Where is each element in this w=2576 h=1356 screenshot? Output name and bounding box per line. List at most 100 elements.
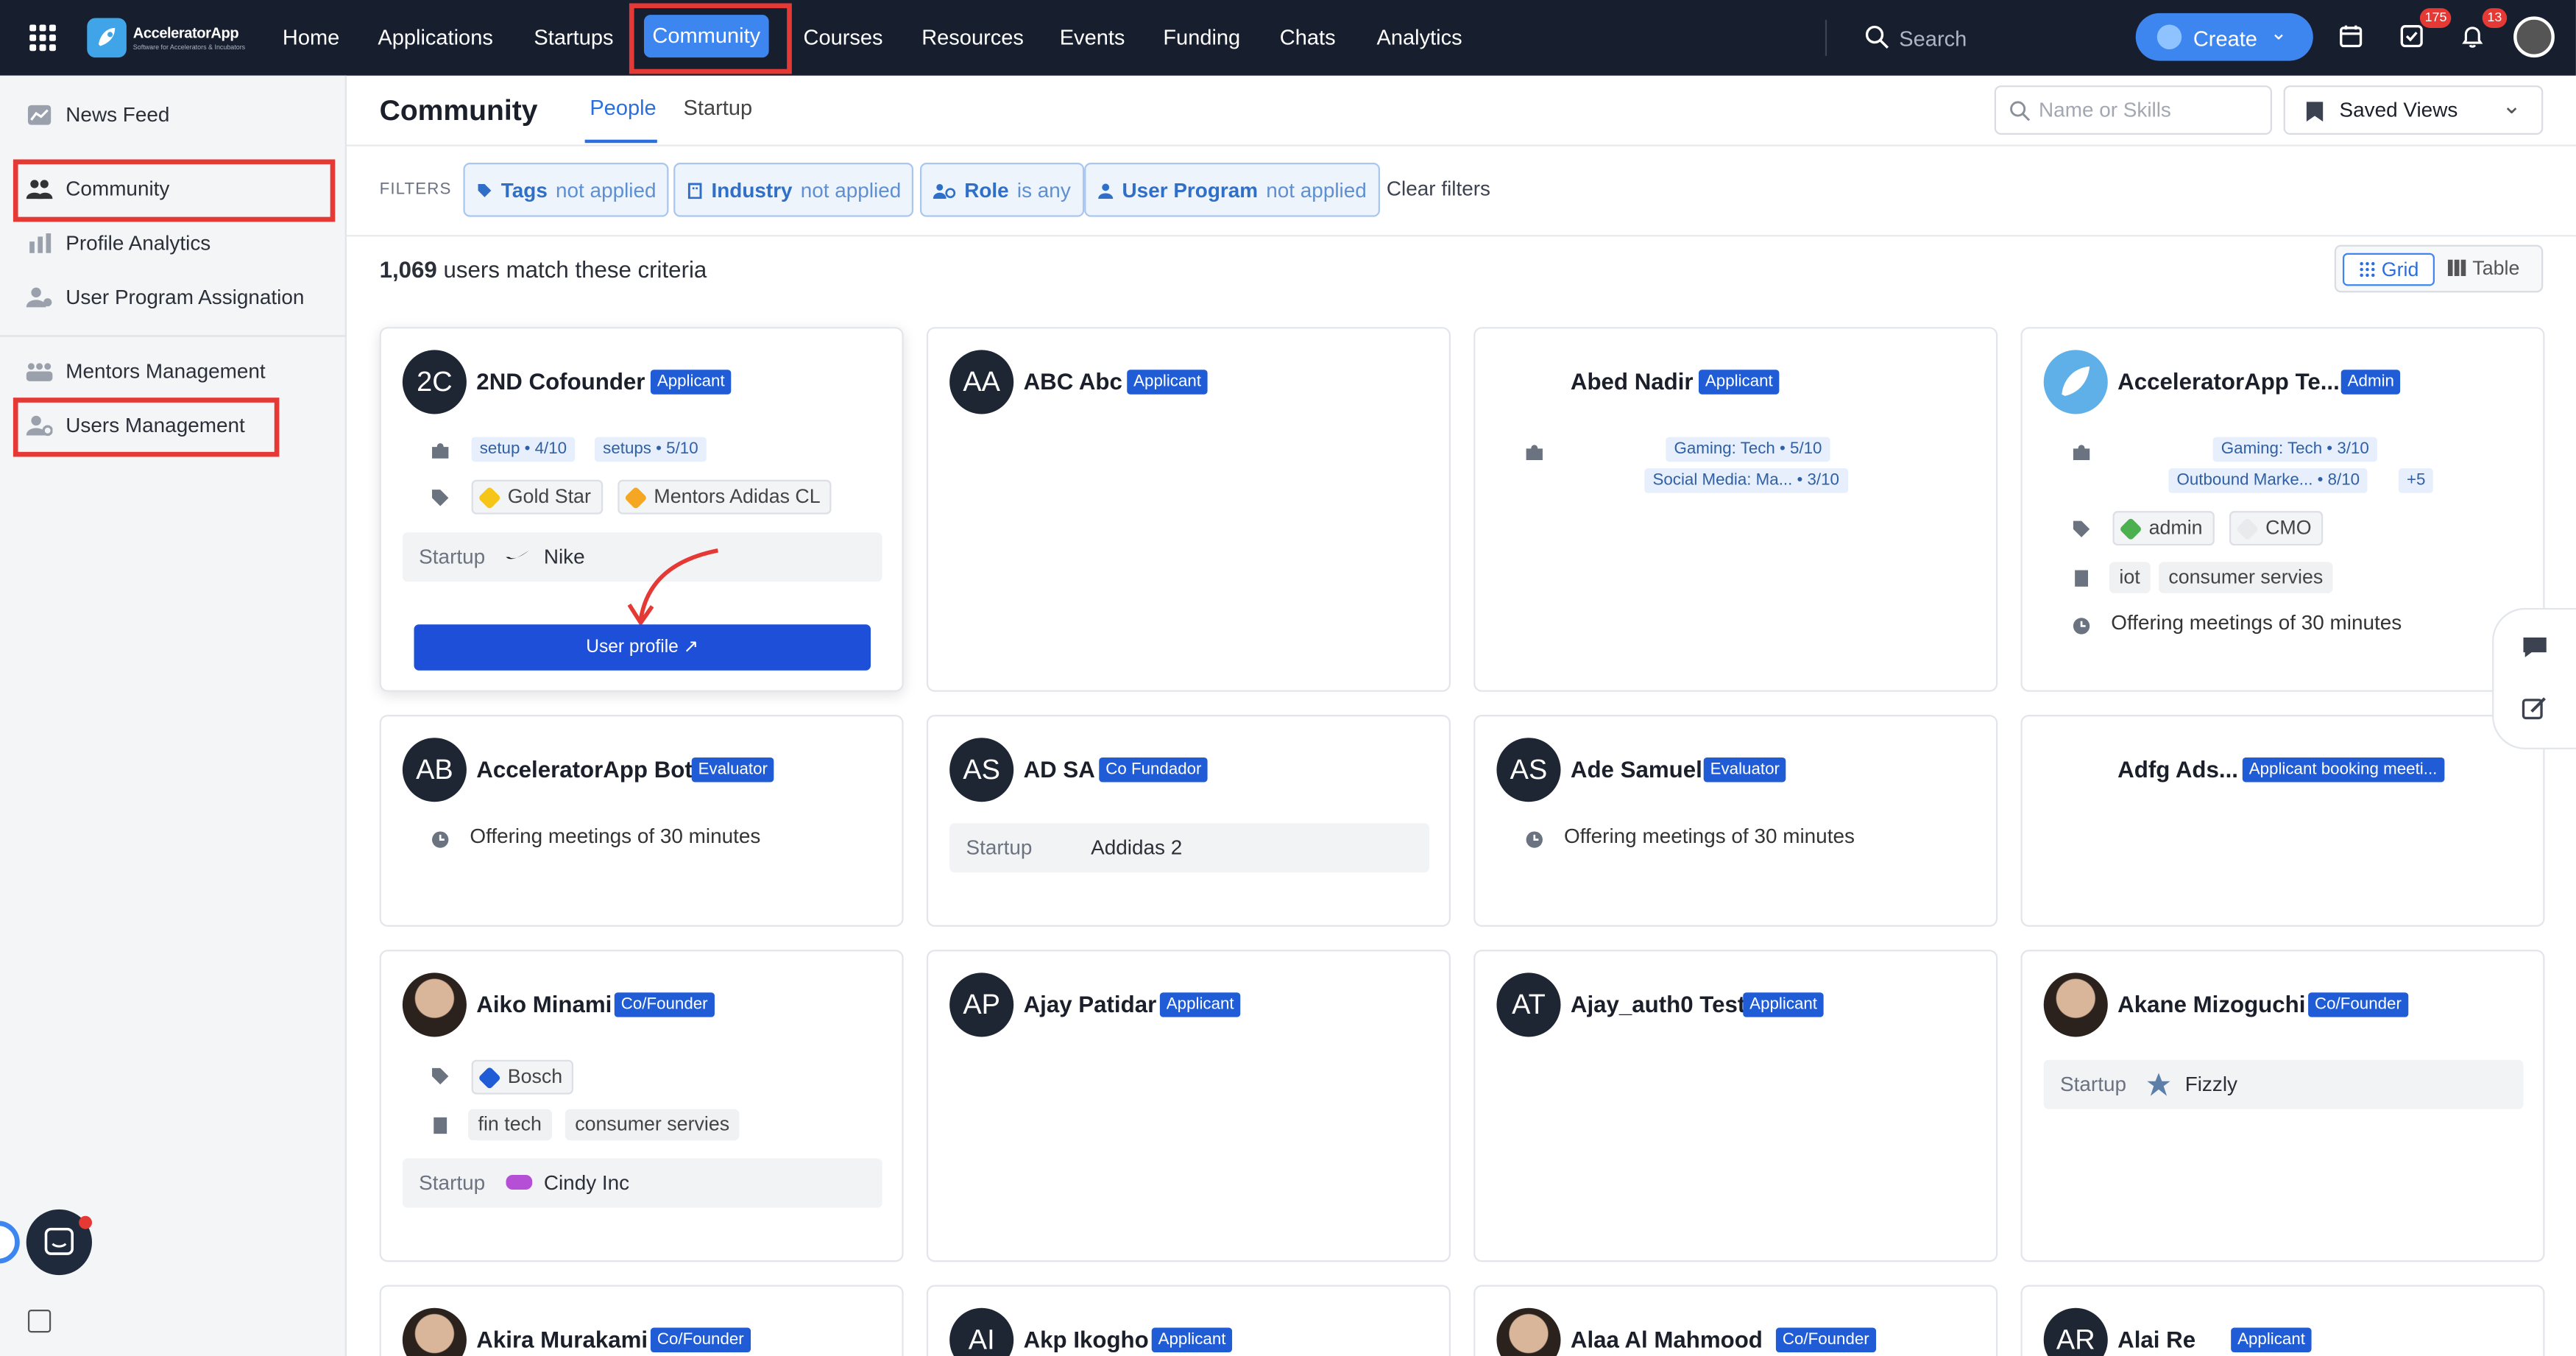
nav-courses[interactable]: Courses xyxy=(803,24,882,49)
tag-color-swatch xyxy=(478,1065,501,1089)
user-avatar[interactable] xyxy=(2513,16,2555,58)
nav-funding[interactable]: Funding xyxy=(1163,24,1240,49)
user-name[interactable]: Aiko Minami xyxy=(476,991,612,1017)
role-badge: Applicant booking meeti... xyxy=(2242,757,2444,783)
nav-home[interactable]: Home xyxy=(283,24,339,49)
sidebar-item-profile-analytics[interactable]: Profile Analytics xyxy=(26,232,211,255)
users-icon xyxy=(933,183,956,198)
startup-row: Startup Addidas 2 xyxy=(949,823,1429,873)
user-card-acceleratorapp-team[interactable]: AcceleratorApp Te... Admin Gaming: Tech … xyxy=(2020,327,2545,692)
user-card-ajay-auth0-test[interactable]: AT Ajay_auth0 Test Applicant xyxy=(1473,950,1998,1263)
user-name[interactable]: Akp Ikogho xyxy=(1024,1326,1149,1352)
user-card-abc-abc[interactable]: AA ABC Abc Applicant xyxy=(926,327,1451,692)
collapse-icon[interactable] xyxy=(27,1309,52,1333)
user-name[interactable]: 2ND Cofounder xyxy=(476,368,645,395)
nav-resources[interactable]: Resources xyxy=(921,24,1024,49)
user-name[interactable]: AcceleratorApp Te... xyxy=(2117,368,2340,395)
progress-ring[interactable] xyxy=(0,1221,20,1264)
nav-events[interactable]: Events xyxy=(1060,24,1125,49)
user-card-alai-re[interactable]: AR Alai Re Applicant xyxy=(2020,1285,2545,1356)
highlight-community-nav xyxy=(629,3,792,74)
role-badge: Co/Founder xyxy=(614,992,715,1017)
user-card-abed-nadir[interactable]: Abed Nadir Applicant Gaming: Tech • 5/10… xyxy=(1473,327,1998,692)
user-card-akira-murakami[interactable]: Akira Murakami Co/Founder xyxy=(379,1285,904,1356)
nav-divider xyxy=(1825,19,1827,56)
avatar xyxy=(1496,1307,1561,1356)
filter-state: not applied xyxy=(1266,178,1367,202)
filter-chip-tags[interactable]: Tags not applied xyxy=(463,162,670,217)
view-table-button[interactable]: Table xyxy=(2447,256,2520,280)
name-skills-search[interactable] xyxy=(1994,85,2272,135)
filter-state: not applied xyxy=(556,178,657,202)
nav-startups[interactable]: Startups xyxy=(534,24,613,49)
tab-people[interactable]: People xyxy=(590,95,656,119)
bell-icon[interactable] xyxy=(2459,23,2485,49)
edit-icon[interactable] xyxy=(2522,696,2548,720)
apps-grid-icon[interactable] xyxy=(29,24,56,52)
tag-color-swatch xyxy=(2119,516,2142,540)
user-name[interactable]: Abed Nadir xyxy=(1571,368,1694,395)
search-icon[interactable] xyxy=(1864,24,1889,49)
user-name[interactable]: Ajay_auth0 Test xyxy=(1571,991,1745,1017)
user-name[interactable]: Alaa Al Mahmood xyxy=(1571,1326,1763,1352)
rocket-icon xyxy=(2062,366,2090,396)
nav-applications[interactable]: Applications xyxy=(378,24,492,49)
startup-name[interactable]: Addidas 2 xyxy=(1091,836,1182,859)
grid-icon xyxy=(2359,262,2374,278)
startup-row: Startup Fizzly xyxy=(2043,1059,2524,1109)
startup-name[interactable]: Nike xyxy=(544,545,585,568)
sidebar-item-news-feed[interactable]: News Feed xyxy=(26,104,170,127)
nav-chats[interactable]: Chats xyxy=(1280,24,1336,49)
clear-filters-button[interactable]: Clear filters xyxy=(1387,177,1490,200)
view-grid-button[interactable]: Grid xyxy=(2342,253,2435,286)
name-skills-input[interactable] xyxy=(2039,98,2261,122)
user-name[interactable]: AD SA xyxy=(1024,756,1095,783)
filter-chip-role[interactable]: Role is any xyxy=(919,162,1084,217)
skill-more-chip[interactable]: +5 xyxy=(2398,468,2434,493)
user-card-alaa-al-mahmood[interactable]: Alaa Al Mahmood Co/Founder xyxy=(1473,1285,1998,1356)
user-card-ajay-patidar[interactable]: AP Ajay Patidar Applicant xyxy=(926,950,1451,1263)
user-card-2nd-cofounder[interactable]: 2C 2ND Cofounder Applicant setup • 4/10 … xyxy=(379,327,904,692)
app-logo-icon[interactable] xyxy=(87,18,127,58)
user-name[interactable]: Akane Mizoguchi xyxy=(2117,991,2305,1017)
user-card-akp-ikogho[interactable]: AI Akp Ikogho Applicant xyxy=(926,1285,1451,1356)
user-name[interactable]: Akira Murakami xyxy=(476,1326,648,1352)
building-icon xyxy=(687,182,702,198)
saved-views-label: Saved Views xyxy=(2339,98,2458,122)
startup-name[interactable]: Fizzly xyxy=(2185,1073,2237,1096)
user-name[interactable]: AcceleratorApp Bot xyxy=(476,756,692,783)
startup-label: Startup xyxy=(419,545,486,569)
table-label: Table xyxy=(2472,256,2520,280)
tasks-badge: 175 xyxy=(2419,8,2452,28)
filter-chip-industry[interactable]: Industry not applied xyxy=(673,162,915,217)
user-card-ade-samuel[interactable]: AS Ade Samuel Evaluator Offering meeting… xyxy=(1473,714,1998,927)
user-profile-button[interactable]: User profile ↗ xyxy=(414,624,871,671)
tag-chip: Mentors Adidas CL xyxy=(618,479,832,515)
user-card-ad-sa[interactable]: AS AD SA Co Fundador Startup Addidas 2 xyxy=(926,714,1451,927)
nav-analytics[interactable]: Analytics xyxy=(1376,24,1462,49)
create-button[interactable]: Create ⌄ xyxy=(2135,13,2313,61)
filter-name: Industry xyxy=(711,178,793,202)
user-name[interactable]: Ade Samuel xyxy=(1571,756,1702,783)
clock-icon xyxy=(2073,618,2090,635)
user-card-aiko-minami[interactable]: Aiko Minami Co/Founder Bosch fin tech co… xyxy=(379,950,904,1263)
tasks-icon[interactable] xyxy=(2399,23,2425,49)
comment-icon[interactable] xyxy=(2522,636,2548,659)
global-search-input[interactable]: Search xyxy=(1899,27,1967,51)
sidebar-item-mentors-management[interactable]: Mentors Management xyxy=(26,360,266,383)
sidebar-item-user-program-assignation[interactable]: User Program Assignation xyxy=(26,286,305,309)
user-name[interactable]: ABC Abc xyxy=(1024,368,1122,395)
sidebar: News Feed Community Profile Analytics Us… xyxy=(0,75,347,1356)
startup-name[interactable]: Cindy Inc xyxy=(544,1171,629,1194)
filter-chip-user-program[interactable]: User Program not applied xyxy=(1084,162,1380,217)
startup-row: Startup Cindy Inc xyxy=(402,1158,882,1208)
user-name[interactable]: Adfg Ads... xyxy=(2117,756,2238,783)
user-name[interactable]: Alai Re xyxy=(2117,1326,2195,1352)
tab-startup[interactable]: Startup xyxy=(684,95,753,119)
user-card-adfg-ads[interactable]: Adfg Ads... Applicant booking meeti... xyxy=(2020,714,2545,927)
user-name[interactable]: Ajay Patidar xyxy=(1024,991,1157,1017)
user-card-acceleratorapp-bot[interactable]: AB AcceleratorApp Bot Evaluator Offering… xyxy=(379,714,904,927)
calendar-icon[interactable] xyxy=(2338,23,2364,49)
user-card-akane-mizoguchi[interactable]: Akane Mizoguchi Co/Founder Startup Fizzl… xyxy=(2020,950,2545,1263)
saved-views-dropdown[interactable]: Saved Views ⌄ xyxy=(2283,85,2544,135)
